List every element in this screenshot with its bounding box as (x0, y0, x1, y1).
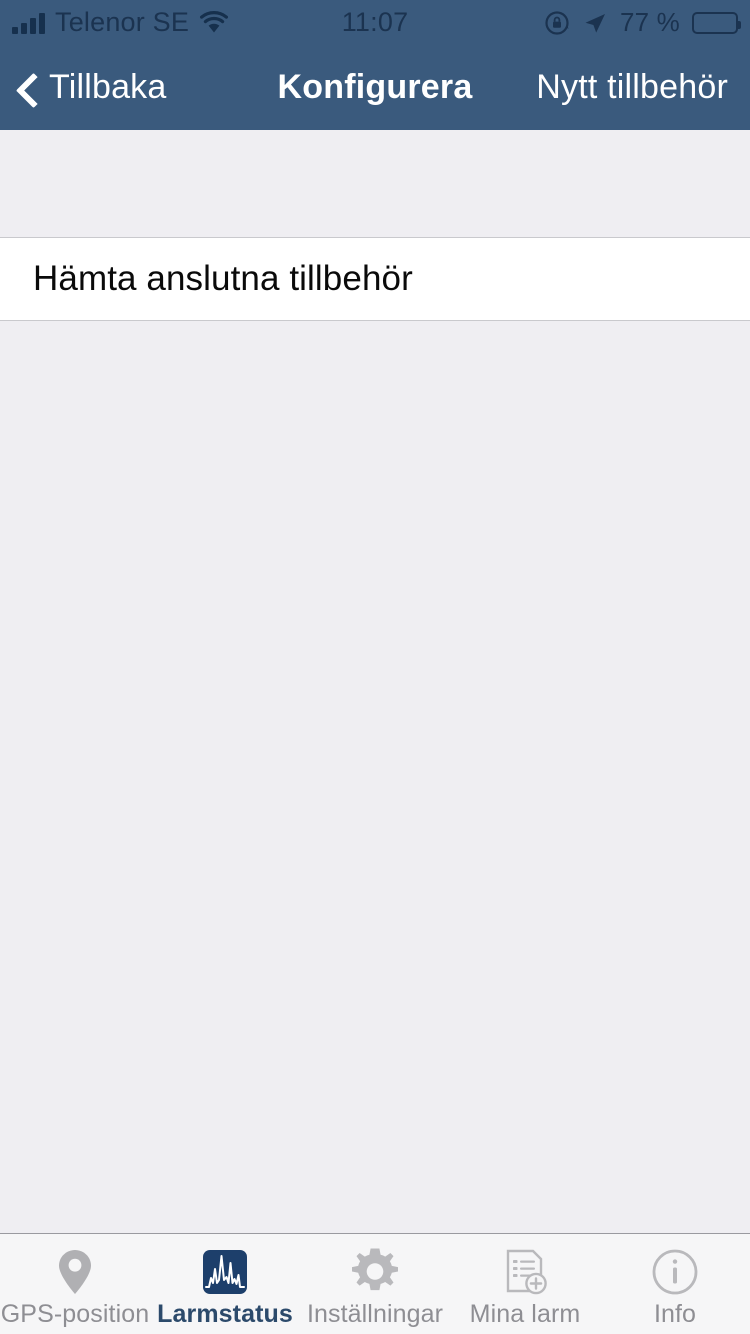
tab-label-gps-position: GPS-position (0, 1300, 150, 1328)
battery-percent-label: 77 % (619, 7, 680, 37)
info-circle-icon (647, 1246, 703, 1298)
content-top-spacer (0, 130, 750, 237)
status-bar-left: Telenor SE (0, 7, 229, 38)
back-button[interactable]: Tillbaka (0, 68, 167, 107)
tab-label-info: Info (653, 1300, 697, 1328)
tab-installningar[interactable]: Inställningar (300, 1234, 450, 1334)
wifi-icon (199, 10, 229, 35)
empty-content-area (0, 321, 750, 1233)
app-screen: Telenor SE 11:07 77 % Tillbaka Konfigure… (0, 0, 750, 1334)
tab-mina-larm[interactable]: Mina larm (450, 1234, 600, 1334)
status-bar-right: 77 % (544, 7, 750, 38)
waveform-spectrum-icon (197, 1246, 253, 1298)
tab-label-mina-larm: Mina larm (469, 1300, 581, 1328)
new-accessory-button[interactable]: Nytt tillbehör (536, 68, 750, 107)
content-area: Hämta anslutna tillbehör (0, 130, 750, 1233)
list-item-fetch-accessories[interactable]: Hämta anslutna tillbehör (0, 237, 750, 321)
tab-larmstatus[interactable]: Larmstatus (150, 1234, 300, 1334)
chevron-left-icon (14, 75, 40, 101)
tab-label-installningar: Inställningar (306, 1300, 444, 1328)
battery-icon (692, 11, 741, 34)
document-add-icon (497, 1246, 553, 1298)
tab-bar: GPS-position Larmstatus Inställningar Mi… (0, 1233, 750, 1334)
rotation-lock-icon (544, 10, 570, 36)
navigation-bar: Tillbaka Konfigurera Nytt tillbehör (0, 45, 750, 130)
map-pin-icon (47, 1246, 103, 1298)
location-arrow-icon (582, 10, 608, 36)
tab-gps-position[interactable]: GPS-position (0, 1234, 150, 1334)
signal-bars-icon (12, 12, 45, 34)
carrier-label: Telenor SE (55, 7, 190, 37)
status-bar: Telenor SE 11:07 77 % (0, 0, 750, 45)
back-button-label: Tillbaka (49, 68, 167, 106)
tab-info[interactable]: Info (600, 1234, 750, 1334)
list-item-label: Hämta anslutna tillbehör (33, 259, 413, 298)
gear-icon (347, 1246, 403, 1298)
tab-label-larmstatus: Larmstatus (157, 1300, 293, 1328)
